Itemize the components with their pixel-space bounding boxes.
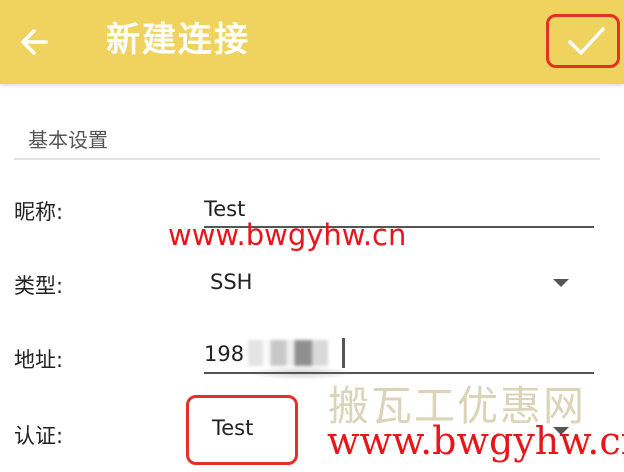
page-title: 新建连接: [106, 20, 250, 60]
text-cursor: [342, 338, 345, 368]
type-select[interactable]: SSH: [210, 270, 252, 294]
section-divider: [14, 158, 600, 160]
nickname-label: 昵称:: [14, 200, 64, 224]
watermark-url-top: www.bwgyhw.cn: [168, 218, 407, 252]
app-bar: 新建连接: [0, 0, 624, 84]
back-button[interactable]: [16, 22, 56, 62]
address-input[interactable]: 198: [204, 342, 244, 366]
address-label: 地址:: [14, 348, 64, 372]
address-redacted: [248, 340, 328, 366]
confirm-button[interactable]: [546, 14, 620, 68]
type-dropdown-icon[interactable]: [553, 279, 569, 287]
section-title: 基本设置: [28, 128, 108, 152]
arrow-left-icon: [16, 29, 56, 66]
auth-select[interactable]: Test: [186, 395, 298, 465]
auth-value: Test: [212, 416, 254, 440]
auth-label: 认证:: [14, 424, 64, 448]
watermark-url-bottom: www.bwgyhw.cn: [327, 419, 624, 463]
type-label: 类型:: [14, 274, 64, 298]
